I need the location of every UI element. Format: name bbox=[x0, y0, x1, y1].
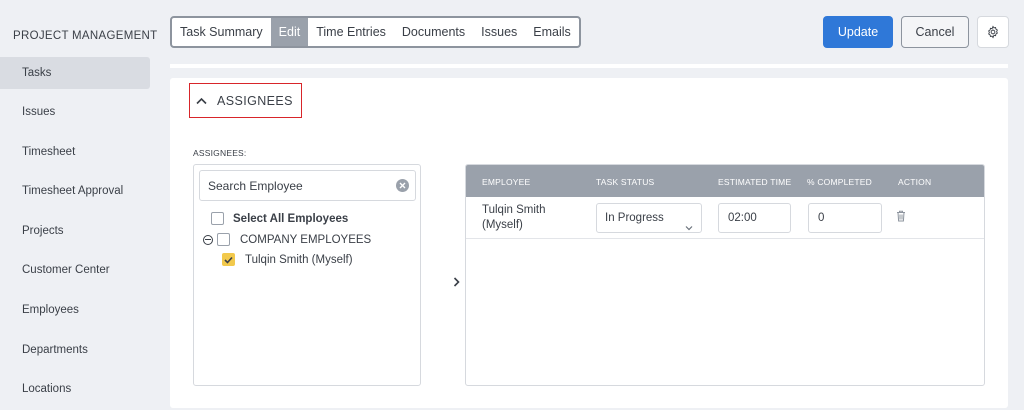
collapse-group-icon[interactable] bbox=[203, 234, 213, 245]
select-all-checkbox[interactable] bbox=[211, 212, 224, 225]
percent-completed-input[interactable] bbox=[808, 203, 882, 233]
gear-icon bbox=[988, 25, 998, 39]
assignees-field-label: ASSIGNEES: bbox=[193, 148, 247, 158]
sidebar-item-departments[interactable]: Departments bbox=[0, 334, 150, 366]
assignees-section-toggle[interactable]: ASSIGNEES bbox=[189, 83, 302, 118]
column-header-employee: EMPLOYEE bbox=[482, 177, 531, 187]
sidebar-item-timesheet[interactable]: Timesheet bbox=[0, 136, 150, 168]
toolbar-divider bbox=[170, 64, 1008, 68]
chevron-up-icon bbox=[196, 97, 207, 105]
sidebar-item-issues[interactable]: Issues bbox=[0, 96, 150, 128]
sidebar-item-timesheet-approval[interactable]: Timesheet Approval bbox=[0, 175, 150, 207]
clear-search-icon[interactable] bbox=[396, 179, 409, 192]
column-header-estimated-time: ESTIMATED TIME bbox=[718, 177, 792, 187]
chevron-right-icon bbox=[453, 277, 460, 287]
trash-icon bbox=[897, 210, 905, 222]
sidebar-item-customer-center[interactable]: Customer Center bbox=[0, 254, 150, 286]
tab-documents[interactable]: Documents bbox=[394, 18, 473, 46]
tab-time-entries[interactable]: Time Entries bbox=[308, 18, 394, 46]
move-right-button[interactable] bbox=[453, 274, 460, 292]
task-tabs: Task Summary Edit Time Entries Documents… bbox=[170, 16, 581, 48]
column-header-task-status: TASK STATUS bbox=[596, 177, 655, 187]
employee-name-cell: Tulqin Smith (Myself) bbox=[482, 204, 546, 231]
estimated-time-input[interactable] bbox=[718, 203, 791, 233]
assignees-panel: ASSIGNEES ASSIGNEES: Select All Employee… bbox=[170, 78, 1008, 408]
task-status-select[interactable]: In Progress bbox=[596, 203, 702, 233]
table-header: EMPLOYEE TASK STATUS ESTIMATED TIME % CO… bbox=[466, 165, 984, 197]
assigned-employees-table: EMPLOYEE TASK STATUS ESTIMATED TIME % CO… bbox=[465, 164, 985, 386]
employee-row: Tulqin Smith (Myself) bbox=[222, 253, 353, 266]
select-all-label: Select All Employees bbox=[233, 212, 349, 225]
column-header-percent-completed: % COMPLETED bbox=[807, 177, 873, 187]
sidebar-item-projects[interactable]: Projects bbox=[0, 215, 150, 247]
checkmark-icon bbox=[224, 256, 233, 264]
select-all-row: Select All Employees bbox=[211, 212, 348, 225]
tab-emails[interactable]: Emails bbox=[525, 18, 579, 46]
sidebar-item-locations[interactable]: Locations bbox=[0, 373, 150, 405]
sidebar-item-tasks[interactable]: Tasks bbox=[0, 57, 150, 89]
settings-button[interactable] bbox=[977, 16, 1009, 48]
tab-issues[interactable]: Issues bbox=[473, 18, 525, 46]
sidebar: PROJECT MANAGEMENT Tasks Issues Timeshee… bbox=[0, 0, 162, 410]
group-checkbox[interactable] bbox=[217, 233, 230, 246]
search-employee-input[interactable] bbox=[200, 171, 390, 200]
sidebar-title: PROJECT MANAGEMENT bbox=[13, 30, 158, 42]
chevron-down-icon bbox=[685, 214, 693, 242]
column-header-action: ACTION bbox=[898, 177, 932, 187]
group-label: COMPANY EMPLOYEES bbox=[240, 233, 372, 246]
sidebar-item-employees[interactable]: Employees bbox=[0, 294, 150, 326]
tab-edit[interactable]: Edit bbox=[270, 18, 309, 46]
delete-row-button[interactable] bbox=[896, 209, 906, 227]
employee-checkbox[interactable] bbox=[222, 253, 235, 266]
search-box bbox=[199, 170, 416, 201]
group-row: COMPANY EMPLOYEES bbox=[203, 233, 371, 246]
employee-picker: Select All Employees COMPANY EMPLOYEES T… bbox=[193, 164, 421, 386]
tab-task-summary[interactable]: Task Summary bbox=[172, 18, 271, 46]
section-title: ASSIGNEES bbox=[217, 93, 293, 108]
employee-label: Tulqin Smith (Myself) bbox=[245, 253, 353, 266]
table-row: Tulqin Smith (Myself) In Progress bbox=[466, 197, 984, 239]
cancel-button[interactable]: Cancel bbox=[901, 16, 969, 48]
update-button[interactable]: Update bbox=[823, 16, 893, 48]
